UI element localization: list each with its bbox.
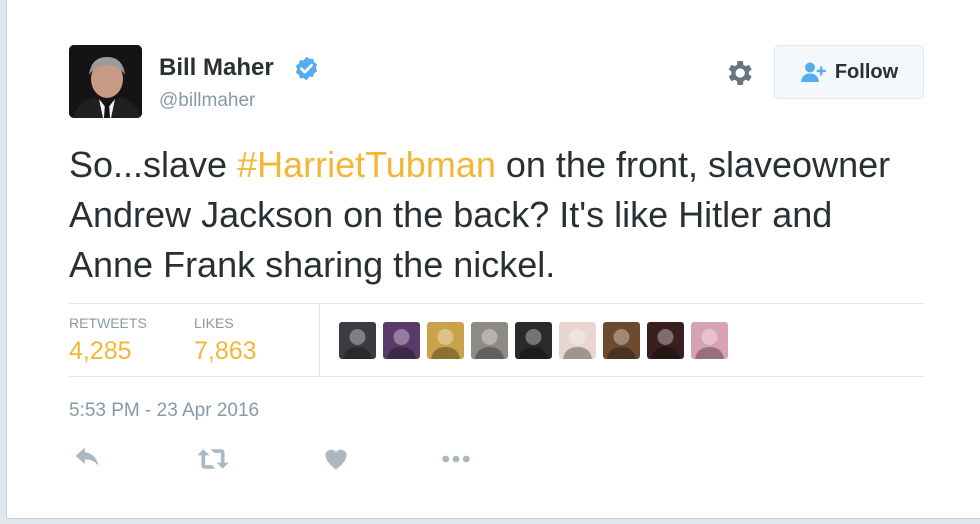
retweet-icon — [197, 449, 229, 469]
add-user-icon — [800, 62, 826, 82]
author-name[interactable]: Bill Maher — [159, 54, 274, 82]
likes-label: LIKES — [194, 315, 234, 331]
liker-avatar[interactable] — [559, 322, 596, 359]
tweet-stats: RETWEETS 4,285 LIKES 7,863 — [69, 303, 925, 377]
author-handle[interactable]: @billmaher — [159, 90, 255, 112]
hashtag-link[interactable]: #HarrietTubman — [237, 144, 496, 185]
liker-avatar[interactable] — [603, 322, 640, 359]
liker-avatar[interactable] — [647, 322, 684, 359]
more-dots-icon — [442, 455, 470, 463]
retweets-label: RETWEETS — [69, 315, 147, 331]
liker-avatars — [339, 322, 735, 359]
stats-divider — [319, 304, 320, 376]
retweets-count: 4,285 — [69, 337, 132, 365]
tweet-actions — [69, 444, 529, 478]
liker-avatar[interactable] — [515, 322, 552, 359]
gear-icon[interactable] — [723, 57, 755, 89]
like-button[interactable] — [322, 444, 350, 474]
reply-icon — [75, 447, 99, 467]
liker-avatar[interactable] — [691, 322, 728, 359]
tweet-timestamp[interactable]: 5:53 PM - 23 Apr 2016 — [69, 400, 259, 422]
verified-badge-icon — [295, 56, 318, 81]
follow-label: Follow — [834, 60, 899, 83]
heart-icon — [325, 449, 347, 470]
author-avatar[interactable] — [69, 45, 142, 118]
tweet-text-start: So...slave — [69, 144, 238, 185]
reply-button[interactable] — [73, 444, 103, 474]
liker-avatar[interactable] — [383, 322, 420, 359]
more-button[interactable] — [439, 444, 473, 474]
likes-count: 7,863 — [194, 337, 257, 365]
follow-button[interactable]: Follow — [774, 45, 924, 99]
tweet-card: Bill Maher @billmaher Follow So...slave … — [6, 0, 980, 519]
liker-avatar[interactable] — [471, 322, 508, 359]
tweet-text: So...slave #HarrietTubman on the front, … — [69, 140, 919, 290]
retweet-button[interactable] — [196, 444, 230, 474]
liker-avatar[interactable] — [339, 322, 376, 359]
liker-avatar[interactable] — [427, 322, 464, 359]
